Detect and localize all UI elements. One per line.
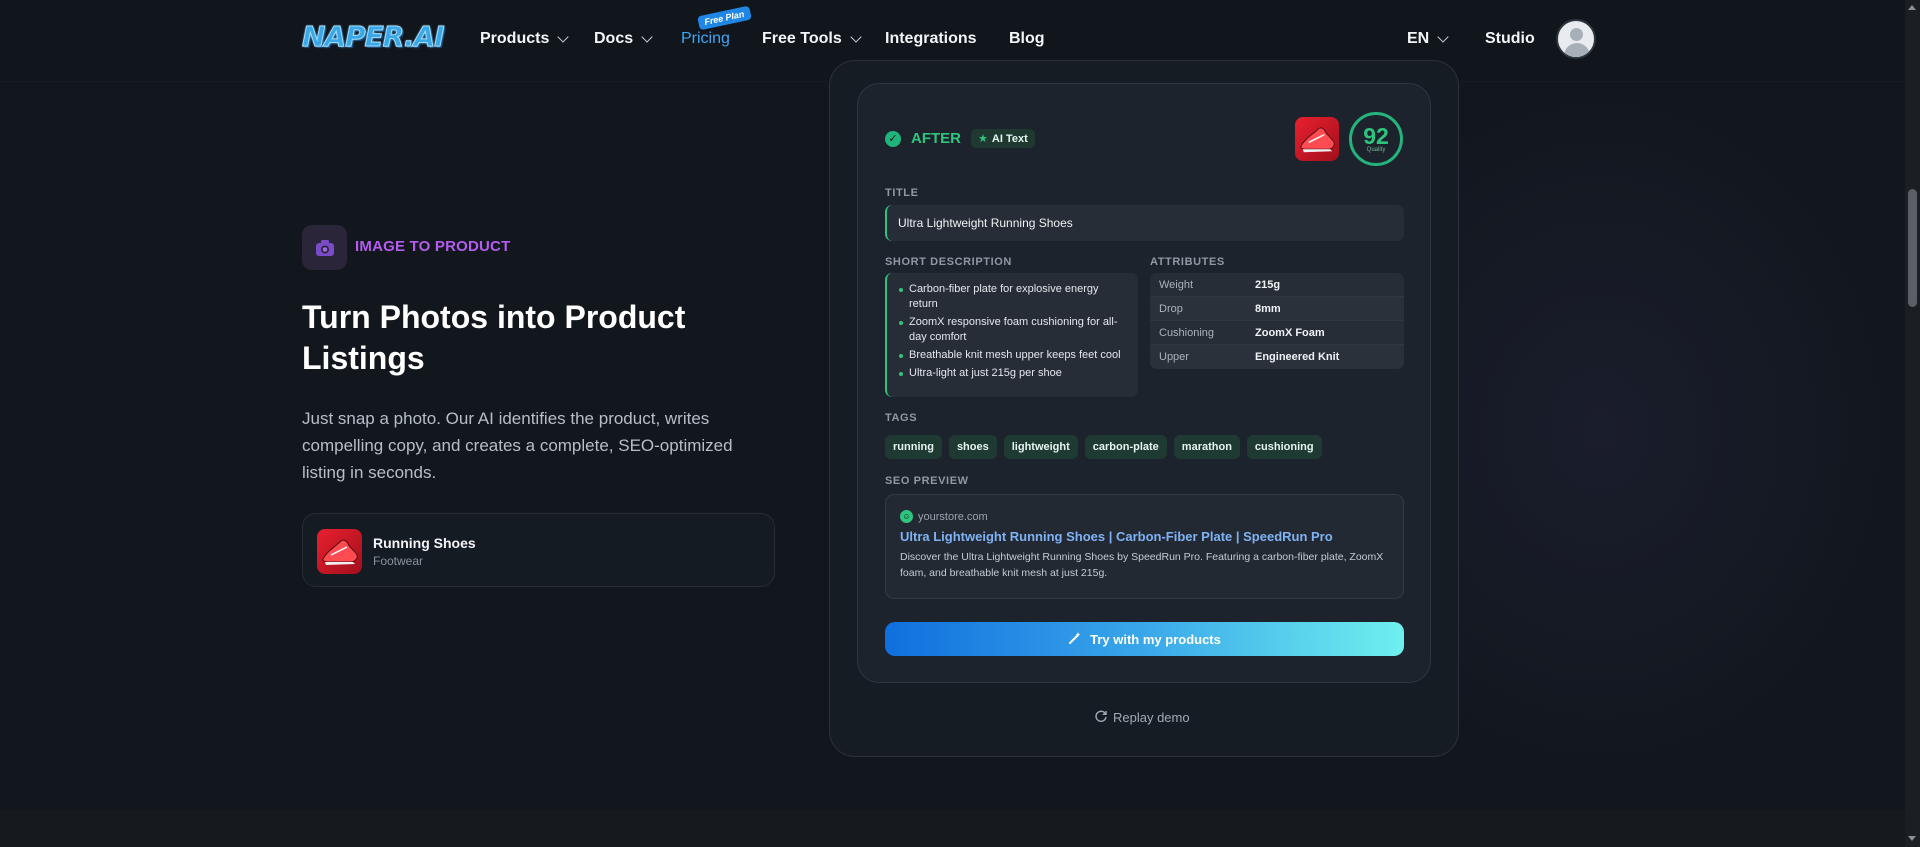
nav-docs-label: Docs — [594, 30, 634, 47]
attributes-label: ATTRIBUTES — [1150, 256, 1225, 268]
tag-chip: marathon — [1173, 435, 1240, 459]
studio-label: Studio — [1485, 30, 1535, 47]
refresh-icon — [1094, 709, 1108, 726]
attributes-table: Weight 215g Drop 8mm Cushioning ZoomX Fo… — [1150, 273, 1404, 369]
result-thumbnail — [1295, 117, 1339, 161]
selected-product-card[interactable]: Running Shoes Footwear — [302, 513, 775, 587]
tag-chip: running — [885, 435, 942, 459]
logo[interactable]: NAPER.AI — [302, 20, 446, 58]
nav-integrations-label: Integrations — [885, 30, 977, 47]
attribute-key: Cushioning — [1159, 326, 1215, 339]
product-name: Running Shoes — [373, 535, 476, 551]
attribute-row: Upper Engineered Knit — [1150, 345, 1404, 369]
seo-title: Ultra Lightweight Running Shoes | Carbon… — [900, 529, 1333, 544]
seo-domain-row: ☺ yourstore.com — [900, 510, 1403, 523]
nav-pricing-label: Pricing — [681, 30, 730, 47]
product-thumbnail — [317, 529, 362, 574]
short-description-box: Carbon-fiber plate for explosive energy … — [885, 273, 1138, 397]
attribute-key: Upper — [1159, 351, 1189, 363]
description-bullet: Ultra-light at just 215g per shoe — [899, 366, 1130, 381]
generated-title: Ultra Lightweight Running Shoes — [885, 205, 1404, 241]
nav-blog[interactable]: Blog — [1009, 30, 1045, 48]
nav-free-tools[interactable]: Free Tools — [762, 30, 862, 48]
chevron-down-icon — [1437, 31, 1449, 43]
free-plan-badge: Free Plan — [697, 5, 752, 31]
avatar-head-shape — [1570, 28, 1583, 41]
ai-text-badge: ★ AI Text — [971, 129, 1035, 148]
seo-description: Discover the Ultra Lightweight Running S… — [900, 551, 1384, 579]
attribute-value: ZoomX Foam — [1255, 326, 1325, 339]
feature-description: Just snap a photo. Our AI identifies the… — [302, 409, 733, 482]
tag-chip: lightweight — [1003, 435, 1078, 459]
attribute-row: Drop 8mm — [1150, 297, 1404, 321]
nav-free-tools-label: Free Tools — [762, 30, 842, 47]
nav-docs[interactable]: Docs — [594, 30, 653, 48]
language-label: EN — [1407, 30, 1430, 47]
nav-products-label: Products — [480, 30, 550, 47]
after-status: AFTER — [911, 130, 961, 147]
quality-score: 92 — [1363, 123, 1389, 149]
language-selector[interactable]: EN — [1407, 30, 1449, 48]
attribute-value: 8mm — [1255, 302, 1281, 315]
star-icon: ★ — [978, 133, 988, 145]
feature-label: IMAGE TO PRODUCT — [355, 238, 511, 255]
scrollbar-thumb[interactable] — [1908, 189, 1917, 307]
chevron-down-icon — [641, 31, 653, 43]
camera-icon — [302, 225, 347, 270]
tag-list: running shoes lightweight carbon-plate m… — [885, 435, 1322, 459]
replay-demo-button[interactable]: Replay demo — [1094, 709, 1190, 726]
chevron-down-icon — [850, 31, 862, 43]
attribute-key: Drop — [1159, 302, 1183, 315]
seo-preview-box: ☺ yourstore.com Ultra Lightweight Runnin… — [885, 494, 1404, 599]
attribute-key: Weight — [1159, 278, 1194, 291]
product-category: Footwear — [373, 554, 424, 568]
nav-pricing[interactable]: Pricing — [681, 30, 730, 48]
attribute-value: Engineered Knit — [1255, 351, 1340, 363]
description-bullet: Breathable knit mesh upper keeps feet co… — [899, 348, 1130, 363]
cta-label: Try with my products — [1090, 631, 1221, 647]
try-with-my-products-button[interactable]: Try with my products — [885, 622, 1404, 656]
avatar-body-shape — [1564, 43, 1590, 57]
description-bullet: Carbon-fiber plate for explosive energy … — [899, 282, 1130, 312]
tag-chip: cushioning — [1246, 435, 1322, 459]
next-section-band — [0, 810, 1905, 847]
attribute-row: Weight 215g — [1150, 273, 1404, 297]
studio-link[interactable]: Studio — [1485, 30, 1535, 48]
tag-chip: shoes — [948, 435, 997, 459]
title-section-label: TITLE — [885, 187, 919, 199]
user-avatar[interactable] — [1556, 19, 1596, 59]
short-description-label: SHORT DESCRIPTION — [885, 256, 1012, 268]
seo-domain: yourstore.com — [918, 510, 988, 523]
tags-label: TAGS — [885, 412, 918, 424]
nav-integrations[interactable]: Integrations — [885, 30, 977, 48]
chevron-down-icon — [557, 31, 570, 43]
scroll-up-arrow-icon[interactable] — [1908, 5, 1916, 10]
quality-score-ring: 92 Quality — [1349, 112, 1403, 166]
favicon-icon: ☺ — [900, 510, 913, 523]
nav-blog-label: Blog — [1009, 30, 1045, 47]
check-circle-icon: ✓ — [885, 130, 901, 147]
attribute-value: 215g — [1255, 278, 1281, 291]
feature-headline: Turn Photos into Product Listings — [302, 299, 686, 376]
nav-products[interactable]: Products — [480, 30, 570, 48]
after-status-row: ✓ AFTER ★ AI Text — [885, 129, 1035, 148]
description-bullet: ZoomX responsive foam cushioning for all… — [899, 315, 1130, 345]
magic-wand-icon — [1068, 631, 1082, 648]
ai-text-label: AI Text — [991, 132, 1028, 145]
seo-preview-label: SEO PREVIEW — [885, 475, 969, 487]
scroll-down-arrow-icon[interactable] — [1908, 836, 1916, 841]
page-scrollbar[interactable] — [1905, 0, 1920, 847]
quality-label: Quality — [1366, 147, 1386, 153]
tag-chip: carbon-plate — [1084, 435, 1167, 459]
replay-label: Replay demo — [1113, 710, 1190, 725]
attribute-row: Cushioning ZoomX Foam — [1150, 321, 1404, 345]
